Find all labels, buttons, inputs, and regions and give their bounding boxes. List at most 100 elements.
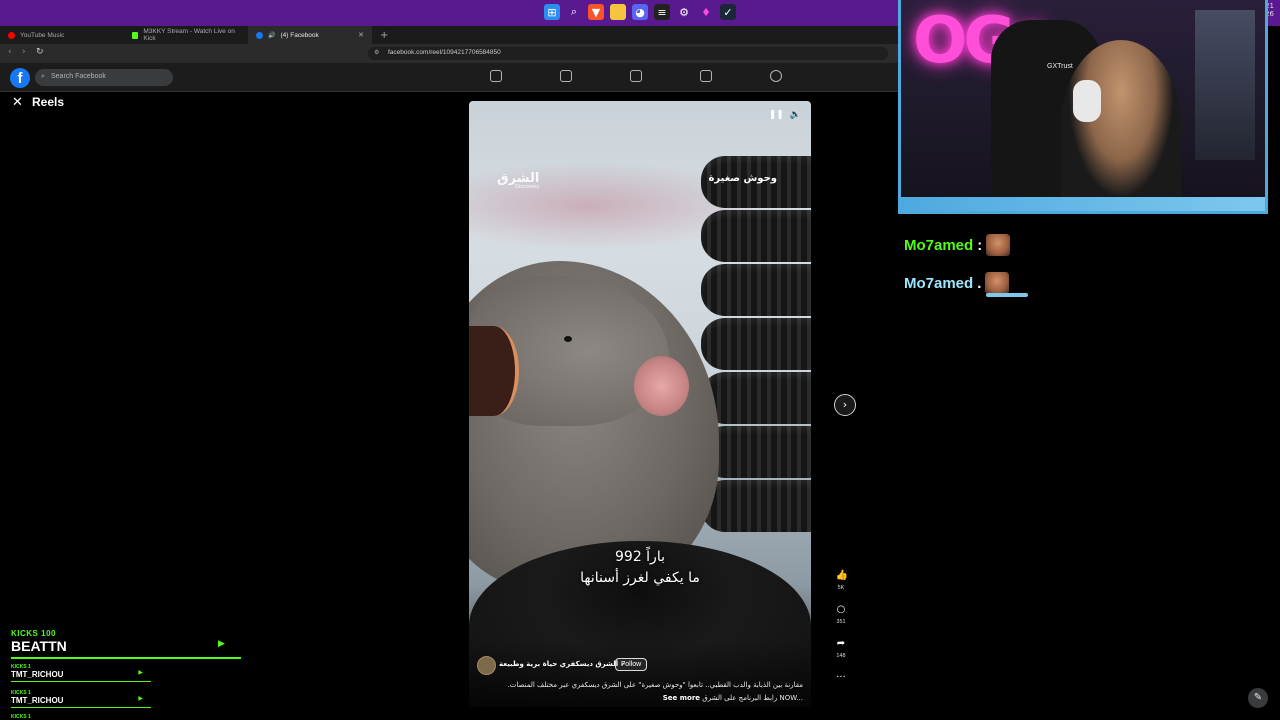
chat-emote (985, 272, 1010, 294)
subtitle-line-2: ما يكفي لغرز أسنانها (580, 570, 700, 586)
show-title-overlay: وحوش صغيرة (708, 173, 778, 184)
url-input[interactable]: ⚙ facebook.com/reel/1094217706584850 (368, 47, 888, 60)
facebook-nav (490, 70, 782, 82)
tire-stack-image (701, 156, 811, 546)
back-icon[interactable]: ‹ (8, 47, 12, 57)
new-tab-button[interactable]: + (372, 30, 396, 41)
home-icon[interactable] (490, 70, 502, 82)
chat-separator: . (977, 274, 982, 292)
webcam-frame-bar (901, 197, 1265, 211)
chat-message: Mo7amed . (904, 271, 1010, 295)
tire (701, 480, 811, 532)
new-message-button[interactable]: ✎ (1248, 688, 1268, 708)
share-icon[interactable]: ➦ (836, 638, 847, 649)
facebook-icon (256, 31, 263, 39)
play-icon: ▶ (138, 695, 143, 702)
url-text: facebook.com/reel/1094217706584850 (388, 49, 501, 56)
reel-actions: 👍 5K ○ 351 ➦ 148 ··· (830, 570, 852, 683)
rat-eye-image (564, 336, 572, 342)
kicks-divider (11, 657, 241, 659)
video-subtitle: 992 باراً ما يكفي لغرز أسنانها (469, 547, 811, 589)
settings-icon[interactable]: ⚙ (676, 4, 692, 20)
video-icon[interactable] (630, 70, 642, 82)
tire (701, 372, 811, 424)
streamer-person (1061, 40, 1181, 211)
forward-icon[interactable]: › (22, 47, 26, 57)
tab-facebook[interactable]: 🔊 (4) Facebook ✕ (248, 26, 372, 44)
groups-icon[interactable] (770, 70, 782, 82)
more-options-icon[interactable]: ··· (836, 672, 847, 683)
screen: ⊞ ⌕ ▼ ◕ ≡ ⚙ ♦ ✓ 21 26 YouTube Music M3KK… (0, 0, 1280, 720)
windows-start-icon[interactable]: ⊞ (544, 4, 560, 20)
kicks-row-divider (11, 707, 151, 708)
feed-icon[interactable] (560, 70, 572, 82)
headset (1073, 80, 1101, 122)
kick-icon (132, 31, 139, 39)
reels-title: Reels (32, 95, 65, 109)
chevron-right-icon: › (842, 398, 848, 411)
kicks-row-user: TMT_RICHOU (11, 670, 64, 679)
search-icon[interactable]: ⌕ (566, 4, 582, 20)
follow-button[interactable]: Follow (615, 658, 648, 671)
chat-username: Mo7amed (904, 274, 974, 292)
video-controls: ❚❚ 🔈 (769, 110, 801, 120)
comment-count: 351 (836, 619, 846, 625)
facebook-search-input[interactable]: ⌕ Search Facebook (35, 69, 173, 86)
background-shelf (1195, 10, 1255, 160)
app-icon[interactable]: ≡ (654, 4, 670, 20)
pause-icon[interactable]: ❚❚ (769, 110, 784, 120)
reel-video-player[interactable]: الشرق Discovery وحوش صغيرة ❚❚ 🔈 992 بارا… (469, 101, 811, 707)
streamer-webcam: OGs GXTrust (898, 0, 1268, 214)
marketplace-icon[interactable] (700, 70, 712, 82)
tab-label: YouTube Music (20, 31, 65, 39)
comment-icon[interactable]: ○ (836, 604, 847, 615)
tab-kick-stream[interactable]: M3KKY Stream - Watch Live on Kick (124, 26, 248, 44)
kicks-row-divider (11, 681, 151, 682)
brave-browser-icon[interactable]: ▼ (588, 4, 604, 20)
caption-line-2: رابط البرنامج على الشرق NOW... (702, 694, 803, 702)
chat-message: Mo7amed : (904, 233, 1011, 257)
kicks-header: KICKS 100 (11, 629, 56, 638)
subtitle-line-1: 992 باراً (615, 549, 665, 565)
chair-brand: GXTrust (1047, 63, 1073, 70)
youtube-music-icon (8, 31, 15, 39)
chat-separator: : (977, 236, 983, 254)
page-name[interactable]: الشرق ديسكفري حياة برية وطبيعة ✓ (499, 660, 626, 668)
rat-mouth-image (469, 326, 519, 416)
speaker-icon[interactable]: 🔊 (268, 32, 275, 39)
rat-ear-image (634, 356, 689, 416)
close-tab-icon[interactable]: ✕ (358, 31, 364, 39)
search-icon: ⌕ (41, 73, 45, 80)
page-avatar[interactable] (477, 656, 496, 675)
next-reel-button[interactable]: › (834, 394, 856, 416)
kicks-row: KICKS 1 (11, 714, 151, 720)
chat-highlight-bar (986, 293, 1028, 297)
tab-label: (4) Facebook (280, 31, 319, 39)
tab-label: M3KKY Stream - Watch Live on Kick (143, 28, 235, 42)
chat-username: Mo7amed (904, 236, 974, 254)
kicks-row: KICKS 1 TMT_RICHOU ▶ (11, 664, 151, 682)
search-placeholder: Search Facebook (51, 73, 106, 80)
close-reels-icon[interactable]: ✕ (12, 95, 23, 110)
tire (701, 264, 811, 316)
play-icon: ▶ (138, 669, 143, 676)
like-icon[interactable]: 👍 (836, 570, 848, 581)
steam-icon[interactable]: ✓ (720, 4, 736, 20)
reel-caption-2: See more رابط البرنامج على الشرق NOW... (663, 694, 803, 702)
tab-youtube-music[interactable]: YouTube Music (0, 26, 124, 44)
kicks-row-label: KICKS 1 (11, 714, 31, 720)
volume-icon[interactable]: 🔈 (790, 110, 801, 120)
chat-emote (986, 234, 1011, 256)
play-icon: ▶ (218, 639, 225, 649)
kicks-row: KICKS 1 TMT_RICHOU ▶ (11, 690, 151, 708)
taskbar-icons: ⊞ ⌕ ▼ ◕ ≡ ⚙ ♦ ✓ (544, 4, 736, 20)
see-more-link[interactable]: See more (663, 694, 700, 702)
site-info-icon[interactable]: ⚙ (374, 49, 379, 56)
app-pin-icon[interactable]: ♦ (698, 4, 714, 20)
reload-icon[interactable]: ↻ (36, 47, 44, 57)
facebook-header: f ⌕ Search Facebook (0, 63, 898, 92)
file-explorer-icon[interactable] (610, 4, 626, 20)
facebook-logo[interactable]: f (10, 68, 30, 88)
kicks-top-user: BEATTN (11, 638, 67, 654)
discord-icon[interactable]: ◕ (632, 4, 648, 20)
